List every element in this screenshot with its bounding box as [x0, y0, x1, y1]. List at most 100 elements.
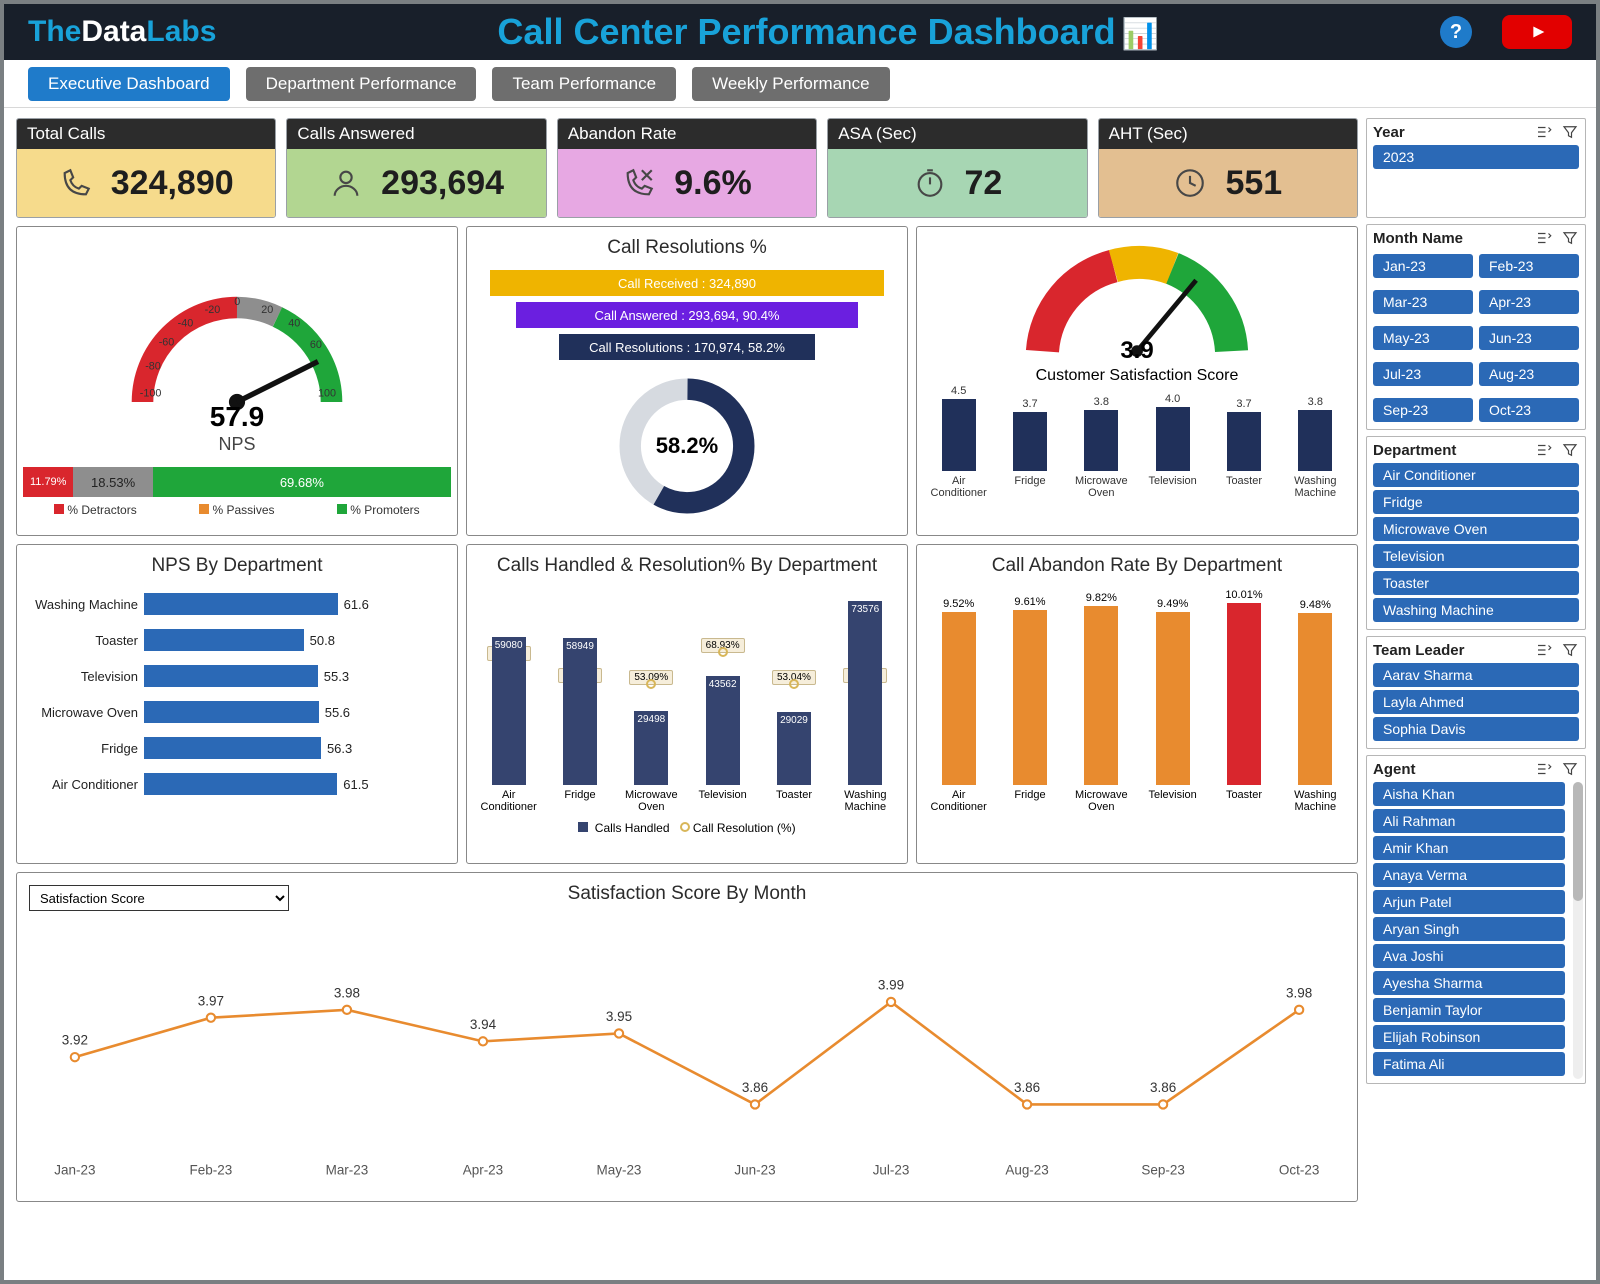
slicer-year: Year 2023	[1366, 118, 1586, 218]
slicer-item[interactable]: Ayesha Sharma	[1373, 971, 1565, 995]
slicer-item[interactable]: May-23	[1373, 326, 1473, 350]
slicer-month: Month Name Jan-23Feb-23Mar-23Apr-23May-2…	[1366, 224, 1586, 430]
svg-text:20: 20	[261, 304, 273, 316]
multiselect-icon[interactable]	[1535, 229, 1553, 247]
app-root: TheDataLabs Call Center Performance Dash…	[0, 0, 1600, 1284]
kpi-total-calls: Total Calls 324,890	[16, 118, 276, 218]
slicer-item[interactable]: Television	[1373, 544, 1579, 568]
svg-text:3.86: 3.86	[1014, 1080, 1040, 1095]
slicer-team-leader: Team Leader Aarav SharmaLayla AhmedSophi…	[1366, 636, 1586, 749]
slicer-item[interactable]: 2023	[1373, 145, 1579, 169]
slicer-item[interactable]: Oct-23	[1479, 398, 1579, 422]
svg-text:60: 60	[310, 339, 322, 351]
slicer-item[interactable]: Feb-23	[1479, 254, 1579, 278]
slicer-item[interactable]: Ava Joshi	[1373, 944, 1565, 968]
kpi-asa: ASA (Sec) 72	[827, 118, 1087, 218]
svg-text:Jan-23: Jan-23	[54, 1163, 95, 1178]
kpi-row: Total Calls 324,890 Calls Answered 293,6…	[16, 118, 1358, 218]
metric-dropdown[interactable]: Satisfaction Score	[29, 885, 289, 911]
slicer-agent: Agent Aisha KhanAli RahmanAmir KhanAnaya…	[1366, 755, 1586, 1084]
slicer-item[interactable]: Fatima Ali	[1373, 1052, 1565, 1076]
slicer-item[interactable]: Microwave Oven	[1373, 517, 1579, 541]
kpi-aht: AHT (Sec) 551	[1098, 118, 1358, 218]
svg-text:Apr-23: Apr-23	[463, 1163, 503, 1178]
svg-text:-80: -80	[145, 361, 161, 373]
multiselect-icon[interactable]	[1535, 123, 1553, 141]
slicer-item[interactable]: Jun-23	[1479, 326, 1579, 350]
slicer-item[interactable]: Anaya Verma	[1373, 863, 1565, 887]
panel-resolutions: Call Resolutions % Call Received : 324,8…	[466, 226, 908, 536]
svg-text:40: 40	[288, 317, 300, 329]
panel-nps-dept: NPS By Department Washing Machine61.6Toa…	[16, 544, 458, 864]
tab-department[interactable]: Department Performance	[246, 67, 477, 101]
panel-calls-dept: Calls Handled & Resolution% By Departmen…	[466, 544, 908, 864]
clock-icon	[1173, 166, 1207, 200]
kpi-abandon-rate: Abandon Rate 9.6%	[557, 118, 817, 218]
line-chart: 3.92Jan-233.97Feb-233.98Mar-233.94Apr-23…	[23, 913, 1351, 1183]
slicer-item[interactable]: Aryan Singh	[1373, 917, 1565, 941]
slicer-item[interactable]: Mar-23	[1373, 290, 1473, 314]
panel-abandon-dept: Call Abandon Rate By Department 9.52%Air…	[916, 544, 1358, 864]
css-gauge: 3.9	[987, 233, 1287, 363]
slicer-item[interactable]: Aug-23	[1479, 362, 1579, 386]
svg-text:3.94: 3.94	[470, 1017, 497, 1032]
slicer-item[interactable]: Fridge	[1373, 490, 1579, 514]
tab-bar: Executive Dashboard Department Performan…	[4, 60, 1596, 108]
filter-icon[interactable]	[1561, 760, 1579, 778]
left-column: Total Calls 324,890 Calls Answered 293,6…	[16, 118, 1358, 1270]
filter-icon[interactable]	[1561, 441, 1579, 459]
svg-text:3.99: 3.99	[878, 977, 904, 992]
slicer-item[interactable]: Benjamin Taylor	[1373, 998, 1565, 1022]
slicer-item[interactable]: Sophia Davis	[1373, 717, 1579, 741]
page-title: Call Center Performance Dashboard📊	[216, 11, 1440, 53]
svg-text:3.86: 3.86	[1150, 1080, 1176, 1095]
slicer-item[interactable]: Apr-23	[1479, 290, 1579, 314]
slicer-item[interactable]: Aisha Khan	[1373, 782, 1565, 806]
youtube-button[interactable]	[1502, 15, 1572, 49]
multiselect-icon[interactable]	[1535, 641, 1553, 659]
filter-icon[interactable]	[1561, 123, 1579, 141]
row-gauges: -100-80-60 -40-200 204060100 57.9 NPS 11…	[16, 226, 1358, 536]
svg-text:-100: -100	[140, 388, 162, 400]
slicer-item[interactable]: Washing Machine	[1373, 598, 1579, 622]
slicer-item[interactable]: Arjun Patel	[1373, 890, 1565, 914]
slicer-item[interactable]: Ali Rahman	[1373, 809, 1565, 833]
row-dept: NPS By Department Washing Machine61.6Toa…	[16, 544, 1358, 864]
nps-stacked-bar: 11.79% 18.53% 69.68%	[23, 467, 451, 497]
resolution-donut: 58.2%	[473, 363, 901, 529]
brand-logo: TheDataLabs	[28, 15, 216, 49]
slicer-item[interactable]: Layla Ahmed	[1373, 690, 1579, 714]
svg-text:3.92: 3.92	[62, 1033, 88, 1048]
svg-text:Sep-23: Sep-23	[1141, 1163, 1184, 1178]
help-icon[interactable]: ?	[1440, 16, 1472, 48]
svg-text:100: 100	[318, 388, 336, 400]
slicer-item[interactable]: Air Conditioner	[1373, 463, 1579, 487]
slicer-item[interactable]: Toaster	[1373, 571, 1579, 595]
tab-executive[interactable]: Executive Dashboard	[28, 67, 230, 101]
slicer-item[interactable]: Amir Khan	[1373, 836, 1565, 860]
slicer-item[interactable]: Elijah Robinson	[1373, 1025, 1565, 1049]
tab-team[interactable]: Team Performance	[492, 67, 676, 101]
svg-text:May-23: May-23	[597, 1163, 642, 1178]
slicer-item[interactable]: Sep-23	[1373, 398, 1473, 422]
slicer-item[interactable]: Jan-23	[1373, 254, 1473, 278]
svg-text:Aug-23: Aug-23	[1005, 1163, 1048, 1178]
filter-icon[interactable]	[1561, 641, 1579, 659]
multiselect-icon[interactable]	[1535, 441, 1553, 459]
tab-weekly[interactable]: Weekly Performance	[692, 67, 889, 101]
slicer-item[interactable]: Jul-23	[1373, 362, 1473, 386]
svg-text:Jun-23: Jun-23	[734, 1163, 775, 1178]
slicer-item[interactable]: Aarav Sharma	[1373, 663, 1579, 687]
agent-scrollbar[interactable]	[1573, 782, 1583, 1079]
nps-gauge: -100-80-60 -40-200 204060100 57.9 NPS	[23, 233, 451, 463]
kpi-calls-answered: Calls Answered 293,694	[286, 118, 546, 218]
filter-icon[interactable]	[1561, 229, 1579, 247]
panel-nps: -100-80-60 -40-200 204060100 57.9 NPS 11…	[16, 226, 458, 536]
missed-call-icon	[622, 166, 656, 200]
stopwatch-icon	[913, 166, 947, 200]
topbar: TheDataLabs Call Center Performance Dash…	[4, 4, 1596, 60]
slicer-column: Year 2023 Month Name Jan-23Feb-23Mar-23A…	[1366, 118, 1586, 1270]
svg-text:3.86: 3.86	[742, 1080, 768, 1095]
svg-text:Jul-23: Jul-23	[873, 1163, 910, 1178]
multiselect-icon[interactable]	[1535, 760, 1553, 778]
